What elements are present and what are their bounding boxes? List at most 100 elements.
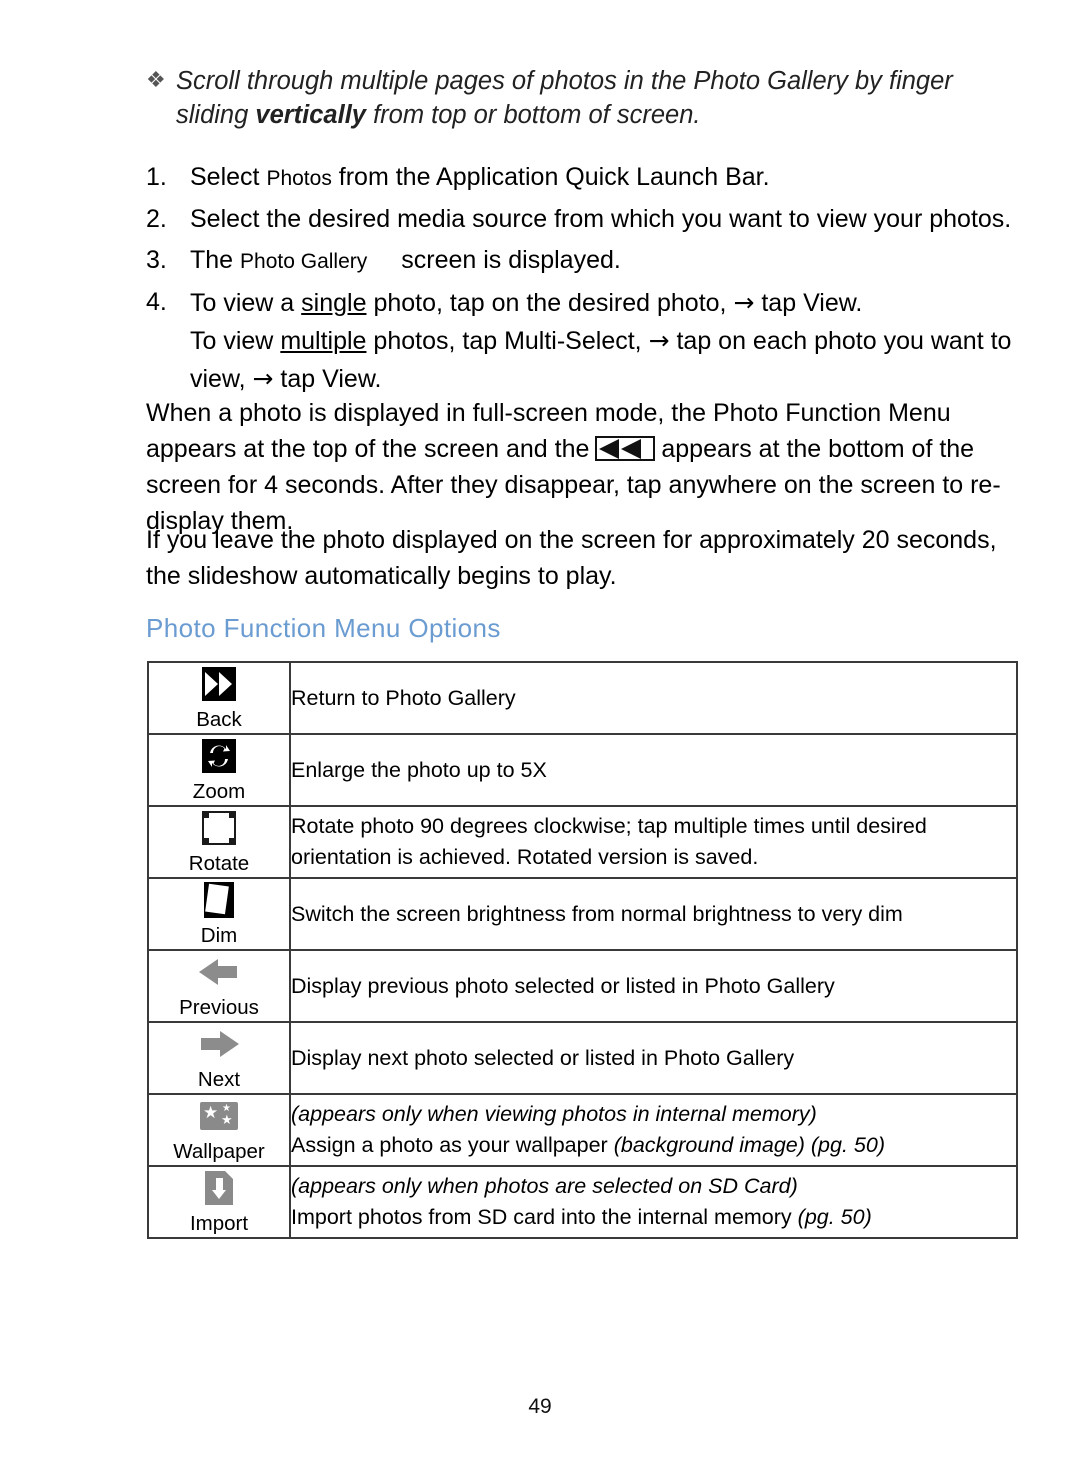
step-4: 4. To view a single photo, tap on the de…: [146, 284, 1026, 398]
step-3-text-b: screen is displayed.: [401, 246, 621, 274]
back-icon: [202, 667, 236, 701]
back-icon-holder: [149, 663, 289, 705]
import-arrow-head: [212, 1190, 226, 1199]
step-4-l3-a: view,: [190, 365, 253, 393]
option-desc-line1-zoom: Enlarge the photo up to 5X: [291, 757, 547, 782]
step-4-l2-a: To view: [190, 327, 281, 355]
wallpaper-icon-holder: ★ ★ ★: [149, 1095, 289, 1137]
paragraph-full-screen-mode: When a photo is displayed in full-screen…: [146, 395, 1026, 539]
option-caption-previous: Previous: [179, 996, 259, 1019]
step-3-number: 3.: [146, 246, 167, 274]
option-icon-cell-back: Back: [147, 661, 291, 735]
option-desc-line2-wallpaper-ref: (background image) (pg. 50): [613, 1133, 885, 1157]
rotate-corner-bl: [202, 838, 209, 845]
table-row: Previous Display previous photo selected…: [147, 949, 1018, 1023]
step-4-l1-a: To view a: [190, 289, 302, 317]
steps-list: 1. Select Photos from the Application Qu…: [146, 159, 1026, 402]
option-caption-next: Next: [197, 1068, 241, 1091]
option-desc-cell-zoom: Enlarge the photo up to 5X: [289, 733, 1018, 807]
next-arrow-shaft: [201, 1038, 221, 1050]
rotate-corner-br: [229, 838, 236, 845]
option-desc-line2-wallpaper-text: Assign a photo as your wallpaper: [291, 1133, 614, 1157]
step-3-ui-term: Photo Gallery: [240, 250, 368, 273]
bullet-note-line2: from top or bottom of screen.: [365, 101, 701, 129]
step-4-l3-arrow-icon: →: [252, 364, 274, 393]
option-icon-cell-rotate: Rotate: [147, 805, 291, 879]
option-desc-cell-wallpaper: (appears only when viewing photos in int…: [289, 1093, 1018, 1167]
table-row: ★ ★ ★ Wallpaper (appears only when viewi…: [147, 1093, 1018, 1167]
diamond-bullet-icon: ❖: [146, 68, 166, 93]
rewind-bar-icon: [595, 436, 656, 461]
import-page-fold: [225, 1171, 233, 1179]
option-desc-line2-rotate: orientation is achieved. Rotated version…: [291, 845, 759, 869]
paragraph-slideshow: If you leave the photo displayed on the …: [146, 526, 997, 590]
bullet-note-text: Scroll through multiple pages of photos …: [176, 64, 1018, 132]
option-icon-cell-previous: Previous: [147, 949, 291, 1023]
option-desc-line1-dim: Switch the screen brightness from normal…: [291, 901, 903, 926]
zoom-cycle-arrows-glyph: [208, 745, 230, 767]
wallpaper-star-large: ★: [203, 1103, 219, 1123]
option-desc-line1-rotate: Rotate photo 90 degrees clockwise; tap m…: [291, 814, 927, 838]
table-row: Dim Switch the screen brightness from no…: [147, 877, 1018, 951]
option-caption-rotate: Rotate: [188, 852, 250, 875]
step-4-l2-arrow-icon: →: [648, 326, 670, 355]
section-heading: Photo Function Menu Options: [146, 613, 501, 643]
option-desc-note-wallpaper: (appears only when viewing photos in int…: [291, 1102, 817, 1126]
step-4-line-3: view, → tap View.: [190, 360, 1026, 398]
option-desc-line2-import: Import photos from SD card into the inte…: [291, 1202, 1016, 1233]
option-desc-line1-previous: Display previous photo selected or liste…: [291, 973, 835, 998]
step-4-l1-c: tap: [754, 289, 804, 317]
option-icon-cell-zoom: Zoom: [147, 733, 291, 807]
table-row: Zoom Enlarge the photo up to 5X: [147, 733, 1018, 807]
option-caption-import: Import: [189, 1212, 249, 1235]
option-desc-cell-previous: Display previous photo selected or liste…: [289, 949, 1018, 1023]
step-4-number: 4.: [146, 288, 167, 316]
bullet-note: ❖ Scroll through multiple pages of photo…: [146, 64, 1018, 132]
step-2-number: 2.: [146, 205, 167, 233]
step-3-text-a: The: [190, 246, 241, 274]
next-arrow-icon: [199, 1029, 239, 1059]
option-desc-cell-rotate: Rotate photo 90 degrees clockwise; tap m…: [289, 805, 1018, 879]
step-1-ui-term: Photos: [266, 167, 332, 190]
step-1-text: Select Photos from the Application Quick…: [190, 159, 1026, 197]
step-4-line-2: To view multiple photos, tap Multi-Selec…: [190, 322, 1026, 360]
step-4-l3-c: .: [374, 365, 382, 393]
step-4-l2-d: tap on each photo you want to: [669, 327, 1012, 355]
bullet-note-emphasis: vertically: [255, 101, 366, 129]
dim-icon: [204, 882, 234, 918]
step-1-text-b: from the Application Quick Launch Bar.: [331, 163, 770, 191]
previous-arrow-icon: [199, 957, 239, 987]
option-caption-dim: Dim: [200, 924, 238, 947]
import-icon: [205, 1171, 233, 1205]
option-caption-back: Back: [196, 708, 242, 731]
next-icon-holder: [149, 1023, 289, 1065]
step-4-l1-underline: single: [301, 289, 367, 317]
step-4-text: To view a single photo, tap on the desir…: [190, 284, 1026, 398]
previous-icon-holder: [149, 951, 289, 993]
table-row: Rotate Rotate photo 90 degrees clockwise…: [147, 805, 1018, 879]
step-3-text: The Photo Gallery screen is displayed.: [190, 242, 1026, 280]
step-4-l1-b: photo, tap on the desired photo,: [366, 289, 734, 317]
bullet-note-row: ❖ Scroll through multiple pages of photo…: [146, 64, 1018, 132]
option-caption-wallpaper: Wallpaper: [173, 1140, 265, 1163]
rotate-corner-tl: [202, 811, 209, 818]
zoom-icon-holder: [149, 735, 289, 777]
step-1-text-a: Select: [190, 163, 267, 191]
option-desc-cell-next: Display next photo selected or listed in…: [289, 1021, 1018, 1095]
option-desc-cell-import: (appears only when photos are selected o…: [289, 1165, 1018, 1239]
next-arrow-head: [220, 1031, 239, 1057]
step-4-l2-c: ,: [634, 327, 649, 355]
option-desc-line2-wallpaper: Assign a photo as your wallpaper (backgr…: [291, 1130, 1016, 1161]
option-icon-cell-next: Next: [147, 1021, 291, 1095]
option-desc-note-import: (appears only when photos are selected o…: [291, 1174, 798, 1198]
step-4-l1-ui: View: [803, 289, 856, 317]
photo-function-menu-options-table: Back Return to Photo Gallery Zoom Enlarg…: [147, 661, 1018, 1239]
rotate-icon: [202, 811, 236, 845]
previous-arrow-shaft: [217, 966, 237, 978]
document-page: ❖ Scroll through multiple pages of photo…: [0, 0, 1080, 1472]
step-1-number: 1.: [146, 163, 167, 191]
zoom-icon: [202, 739, 236, 773]
option-desc-line1-back: Return to Photo Gallery: [291, 685, 516, 710]
option-caption-zoom: Zoom: [192, 780, 246, 803]
step-4-l2-ui: Multi-Select: [504, 327, 635, 355]
